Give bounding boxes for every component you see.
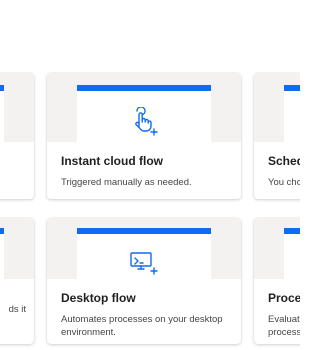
card-thumbnail	[0, 73, 34, 142]
card-automated-flow-partial[interactable]	[0, 73, 34, 199]
card-thumbnail-panel	[77, 228, 211, 279]
card-thumbnail	[254, 218, 300, 279]
touch-hand-icon	[130, 106, 158, 142]
card-thumbnail	[47, 218, 241, 279]
card-left-partial[interactable]: ds it	[0, 218, 34, 344]
card-thumbnail	[0, 218, 34, 279]
card-thumbnail-panel	[284, 85, 300, 142]
card-thumbnail	[47, 73, 241, 142]
card-description: ds it	[8, 304, 26, 315]
card-description: You cho	[268, 177, 300, 188]
card-description: Triggered manually as needed.	[61, 177, 192, 188]
card-title: Schedu	[268, 154, 300, 168]
card-thumbnail	[254, 73, 300, 142]
card-title: Desktop flow	[61, 291, 136, 305]
card-description: Automates processes on your desktop envi…	[61, 314, 223, 338]
desktop-flow-icon	[129, 250, 159, 281]
flow-template-gallery: Instant cloud flow Triggered manually as…	[0, 0, 300, 350]
card-thumbnail-panel	[284, 228, 300, 279]
card-desktop-flow[interactable]: Desktop flow Automates processes on your…	[47, 218, 241, 344]
card-description-line2: processe	[268, 327, 300, 338]
card-thumbnail-panel	[0, 228, 4, 279]
card-scheduled-flow-partial[interactable]: Schedu You cho	[254, 73, 300, 199]
card-thumbnail-panel	[77, 85, 211, 142]
card-title: Instant cloud flow	[61, 154, 163, 168]
card-instant-cloud-flow[interactable]: Instant cloud flow Triggered manually as…	[47, 73, 241, 199]
card-process-flow-partial[interactable]: Process Evaluate processe	[254, 218, 300, 344]
card-description-line1: Evaluate	[268, 314, 300, 325]
card-title: Process	[268, 291, 300, 305]
card-thumbnail-panel	[0, 85, 4, 142]
